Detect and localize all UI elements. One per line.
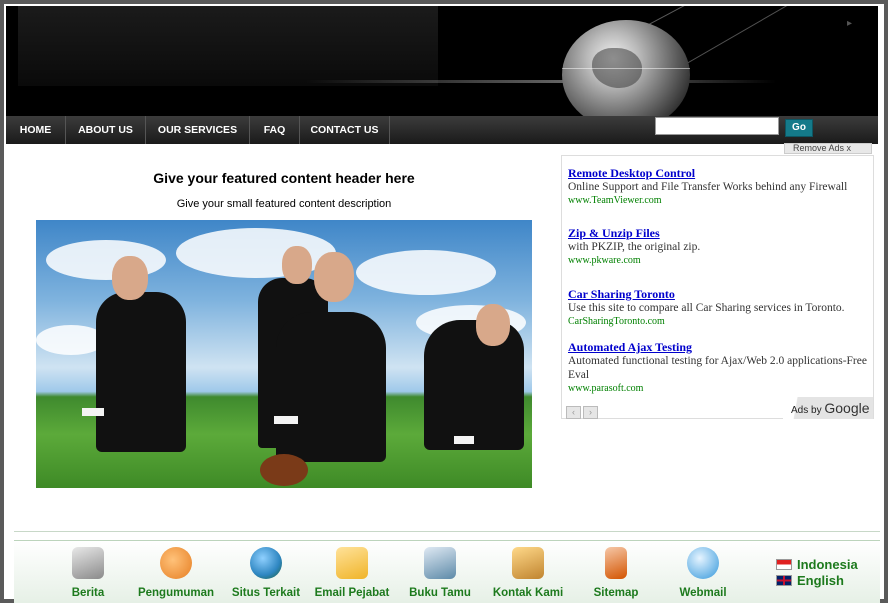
footer-item-berita[interactable]: Berita: [60, 547, 116, 599]
ad-title-link[interactable]: Automated Ajax Testing: [568, 340, 868, 354]
arrow-right-icon: ▸: [846, 18, 852, 29]
ad-url[interactable]: CarSharingToronto.com: [568, 315, 868, 329]
person-head: [112, 256, 148, 300]
language-english[interactable]: English: [776, 573, 844, 588]
search-input[interactable]: [655, 117, 779, 135]
featured-photo: [36, 220, 532, 488]
language-indonesia[interactable]: Indonesia: [776, 557, 858, 572]
ad-title-link[interactable]: Zip & Unzip Files: [568, 226, 868, 240]
ad-title-link[interactable]: Car Sharing Toronto: [568, 287, 868, 301]
ad-text: Online Support and File Transfer Works b…: [568, 181, 848, 193]
footer-label: Buku Tamu: [409, 587, 471, 599]
nav-our-services[interactable]: OUR SERVICES: [146, 116, 250, 144]
ads-by-label: Ads by: [791, 405, 822, 416]
ad-item: Remote Desktop Control Online Support an…: [568, 166, 868, 208]
footer-label: Situs Terkait: [231, 587, 301, 599]
footer-item-buku-tamu[interactable]: Buku Tamu: [404, 547, 476, 599]
person-cuff: [274, 416, 298, 424]
footer-label: Sitemap: [593, 587, 639, 599]
person-head: [476, 304, 510, 346]
chevron-right-icon[interactable]: ›: [583, 406, 598, 419]
contact-icon: [512, 547, 544, 579]
ad-text: Use this site to compare all Car Sharing…: [568, 302, 845, 314]
footer-item-pengumuman[interactable]: Pengumuman: [134, 547, 218, 599]
footer-label: Berita: [71, 587, 105, 599]
remove-ads-link[interactable]: Remove Ads x: [784, 143, 872, 154]
ads-by-google[interactable]: Ads by Google: [783, 397, 873, 419]
nav-home[interactable]: HOME: [6, 116, 66, 144]
football: [260, 454, 308, 486]
cloud: [356, 250, 496, 295]
person: [96, 292, 186, 452]
ad-text: Automated functional testing for Ajax/We…: [568, 355, 867, 381]
person-cuff: [82, 408, 104, 416]
footer-label: Email Pejabat: [314, 587, 390, 599]
ad-item: Car Sharing Toronto Use this site to com…: [568, 287, 868, 329]
sitemap-icon: [605, 547, 627, 579]
footer-bar: Berita Pengumuman Situs Terkait Email Pe…: [14, 540, 880, 603]
ad-item: Automated Ajax Testing Automated functio…: [568, 340, 868, 396]
ad-text: with PKZIP, the original zip.: [568, 241, 701, 253]
ad-url[interactable]: www.TeamViewer.com: [568, 194, 868, 208]
ad-item: Zip & Unzip Files with PKZIP, the origin…: [568, 226, 868, 268]
ad-url[interactable]: www.pkware.com: [568, 254, 868, 268]
footer-label: Pengumuman: [137, 587, 215, 599]
person-head: [282, 246, 312, 284]
guestbook-icon: [424, 547, 456, 579]
featured-description: Give your small featured content descrip…: [176, 198, 392, 210]
globe-icon: [562, 20, 690, 116]
indonesia-flag-icon: [776, 559, 792, 570]
uk-flag-icon: [776, 575, 792, 586]
ad-pager: ‹ ›: [566, 402, 606, 419]
site-header: ▸: [6, 6, 878, 116]
ad-title-link[interactable]: Remote Desktop Control: [568, 166, 868, 180]
newspaper-icon: [72, 547, 104, 579]
nav-contact-us[interactable]: CONTACT US: [300, 116, 390, 144]
ads-panel: Remote Desktop Control Online Support an…: [561, 155, 874, 419]
google-logo: Google: [824, 400, 870, 416]
webmail-icon: [687, 547, 719, 579]
person-cuff: [454, 436, 474, 444]
footer-item-kontak-kami[interactable]: Kontak Kami: [488, 547, 568, 599]
featured-title: Give your featured content header here: [153, 170, 415, 186]
chevron-left-icon[interactable]: ‹: [566, 406, 581, 419]
globe-icon: [250, 547, 282, 579]
person: [424, 320, 524, 450]
header-sheen: [18, 6, 438, 86]
person: [276, 312, 386, 462]
footer-label: Kontak Kami: [492, 587, 564, 599]
header-light-streak: [306, 80, 776, 83]
person-head: [314, 252, 354, 302]
search-go-button[interactable]: Go: [785, 119, 813, 137]
nav-faq[interactable]: FAQ: [250, 116, 300, 144]
announcement-icon: [160, 547, 192, 579]
footer-divider: [14, 531, 880, 532]
cloud: [176, 228, 336, 278]
footer-item-email-pejabat[interactable]: Email Pejabat: [310, 547, 394, 599]
footer-item-sitemap[interactable]: Sitemap: [588, 547, 644, 599]
footer-label: Webmail: [679, 587, 727, 599]
footer-item-situs-terkait[interactable]: Situs Terkait: [226, 547, 306, 599]
ad-url[interactable]: www.parasoft.com: [568, 382, 868, 396]
footer-item-webmail[interactable]: Webmail: [672, 547, 734, 599]
email-icon: [336, 547, 368, 579]
cloud: [46, 240, 166, 280]
language-label: Indonesia: [797, 557, 858, 572]
nav-about-us[interactable]: ABOUT US: [66, 116, 146, 144]
language-label: English: [797, 573, 844, 588]
